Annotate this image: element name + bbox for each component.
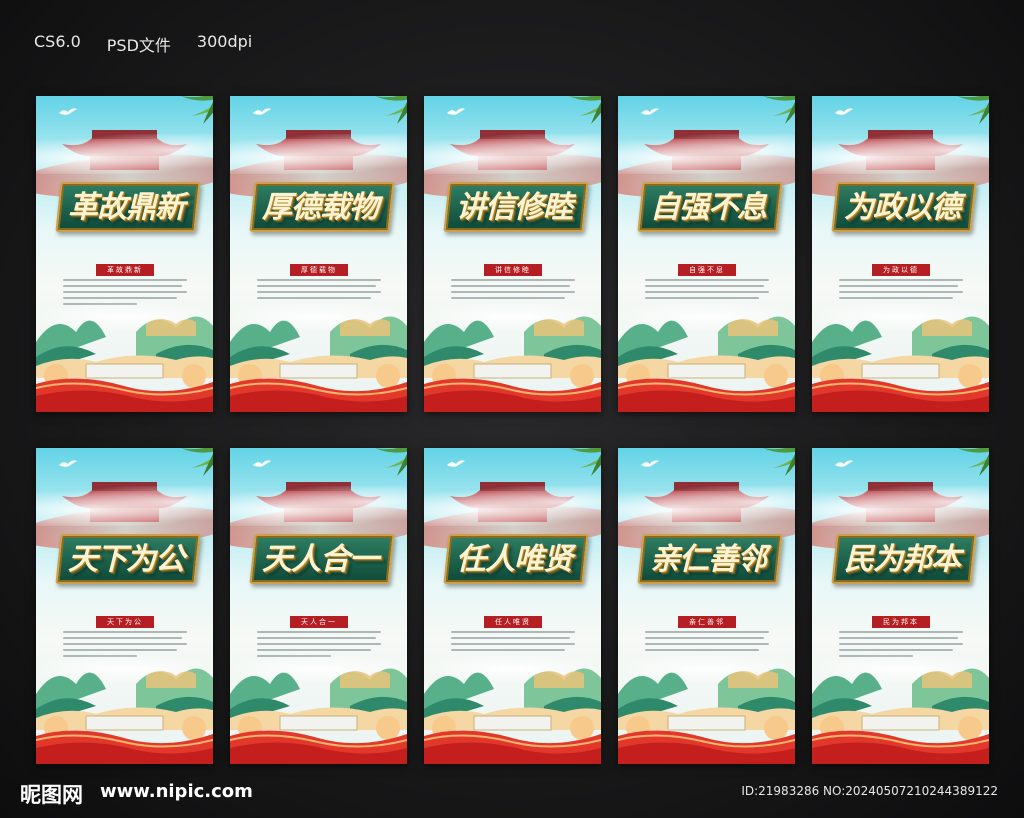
cloud-decoration [424, 134, 601, 174]
bamboo-leaves-icon [569, 96, 601, 124]
poster-4[interactable]: 自强不息 自强不息 [618, 96, 795, 412]
mountains-waves-illustration [812, 668, 989, 764]
dove-icon [835, 108, 853, 115]
poster-title: 厚德载物 [262, 190, 379, 225]
bamboo-leaves-icon [763, 96, 795, 124]
cloud-decoration [618, 134, 795, 174]
poster-tag: 民为邦本 [872, 616, 930, 628]
poster-2[interactable]: 厚德载物 厚德载物 [230, 96, 407, 412]
dove-icon [447, 460, 465, 467]
poster-title: 自强不息 [650, 190, 767, 225]
mountains-waves-illustration [812, 316, 989, 412]
poster-tag: 为政以德 [872, 264, 930, 276]
poster-title: 天下为公 [68, 542, 185, 577]
poster-tag: 讲信修睦 [484, 264, 542, 276]
poster-tag: 亲仁善邻 [678, 616, 736, 628]
dove-icon [835, 460, 853, 467]
cloud-decoration [230, 134, 407, 174]
poster-body-text [257, 279, 381, 303]
poster-tag: 任人唯贤 [484, 616, 542, 628]
poster-title: 亲仁善邻 [650, 542, 767, 577]
mountains-waves-illustration [36, 668, 213, 764]
mountains-waves-illustration [424, 668, 601, 764]
poster-tag: 天人合一 [290, 616, 348, 628]
poster-title: 讲信修睦 [456, 190, 573, 225]
watermark-url[interactable]: www.nipic.com [100, 781, 253, 802]
poster-3[interactable]: 讲信修睦 讲信修睦 [424, 96, 601, 412]
bamboo-leaves-icon [181, 448, 213, 476]
cloud-decoration [36, 486, 213, 526]
bamboo-leaves-icon [763, 448, 795, 476]
poster-7[interactable]: 天人合一 天人合一 [230, 448, 407, 764]
dove-icon [59, 108, 77, 115]
dove-icon [641, 108, 659, 115]
poster-tag: 自强不息 [678, 264, 736, 276]
mountains-waves-illustration [618, 316, 795, 412]
cloud-decoration [230, 486, 407, 526]
mountains-waves-illustration [36, 316, 213, 412]
poster-body-text [645, 279, 769, 303]
mountains-waves-illustration [230, 316, 407, 412]
poster-tag: 天下为公 [96, 616, 154, 628]
poster-1[interactable]: 革故鼎新 革故鼎新 [36, 96, 213, 412]
dove-icon [253, 460, 271, 467]
poster-5[interactable]: 为政以德 为政以德 [812, 96, 989, 412]
dove-icon [641, 460, 659, 467]
poster-9[interactable]: 亲仁善邻 亲仁善邻 [618, 448, 795, 764]
bamboo-leaves-icon [957, 96, 989, 124]
poster-body-text [451, 279, 575, 303]
bamboo-leaves-icon [375, 96, 407, 124]
cloud-decoration [36, 134, 213, 174]
poster-body-text [451, 631, 575, 655]
poster-tag: 革故鼎新 [96, 264, 154, 276]
cloud-decoration [812, 134, 989, 174]
mountains-waves-illustration [230, 668, 407, 764]
poster-grid: 革故鼎新 革故鼎新 厚德载物 厚德载物 讲信修睦 讲信修睦 自强不息 自强不息 为政以德 为政以德… [0, 0, 1024, 818]
cloud-decoration [618, 486, 795, 526]
poster-title: 革故鼎新 [68, 190, 185, 225]
bamboo-leaves-icon [569, 448, 601, 476]
poster-tag: 厚德载物 [290, 264, 348, 276]
bamboo-leaves-icon [957, 448, 989, 476]
bamboo-leaves-icon [181, 96, 213, 124]
cloud-decoration [424, 486, 601, 526]
image-id: ID:21983286 NO:20240507210244389122 [741, 784, 998, 798]
bamboo-leaves-icon [375, 448, 407, 476]
poster-title: 天人合一 [262, 542, 379, 577]
poster-body-text [839, 279, 963, 303]
poster-body-text [645, 631, 769, 655]
poster-title: 民为邦本 [844, 542, 961, 577]
dove-icon [447, 108, 465, 115]
mountains-waves-illustration [618, 668, 795, 764]
dove-icon [253, 108, 271, 115]
dove-icon [59, 460, 77, 467]
poster-10[interactable]: 民为邦本 民为邦本 [812, 448, 989, 764]
poster-title: 任人唯贤 [456, 542, 573, 577]
poster-title: 为政以德 [844, 190, 961, 225]
cloud-decoration [812, 486, 989, 526]
mountains-waves-illustration [424, 316, 601, 412]
footer: 昵图网 www.nipic.com ID:21983286 NO:2024050… [0, 772, 1024, 812]
poster-6[interactable]: 天下为公 天下为公 [36, 448, 213, 764]
watermark-logo: 昵图网 [20, 782, 83, 807]
poster-8[interactable]: 任人唯贤 任人唯贤 [424, 448, 601, 764]
